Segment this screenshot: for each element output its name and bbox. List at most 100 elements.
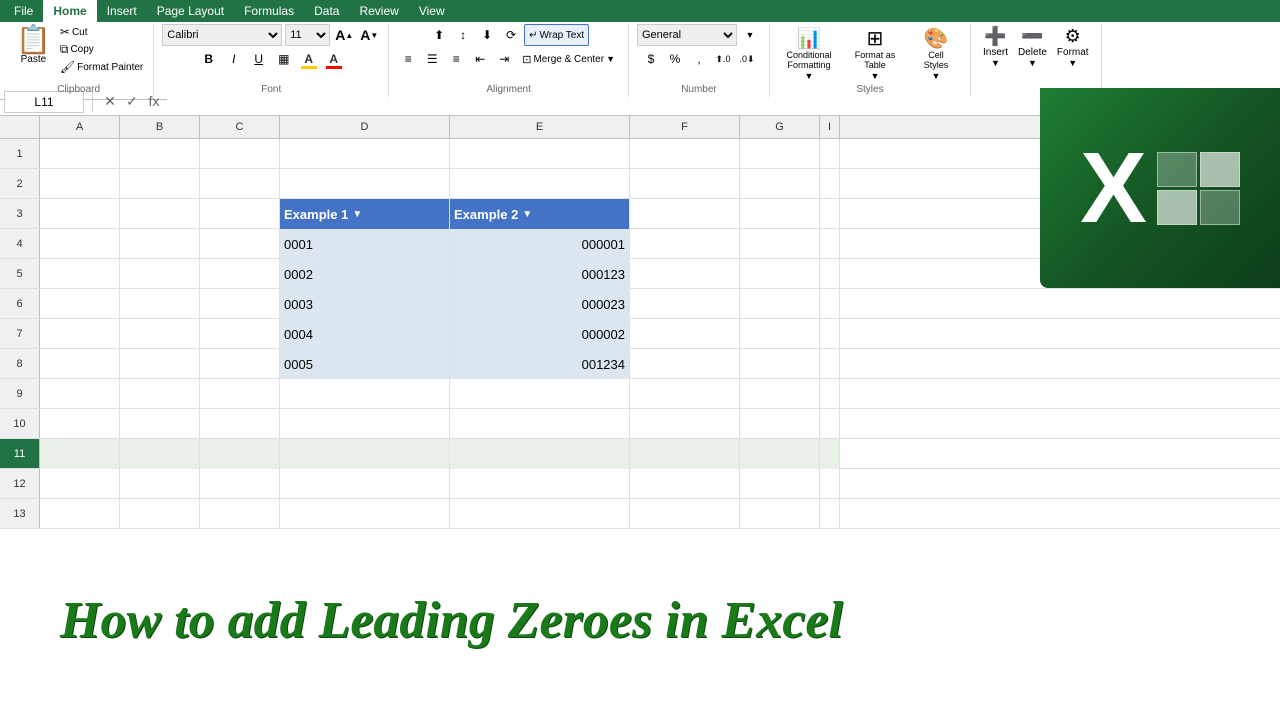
col-header-d[interactable]: D: [280, 116, 450, 138]
cell-c9[interactable]: [200, 379, 280, 409]
col-header-c[interactable]: C: [200, 116, 280, 138]
cell-e8[interactable]: 001234: [450, 349, 630, 379]
cell-i13[interactable]: [820, 499, 840, 529]
cell-d3[interactable]: Example 1 ▼: [280, 199, 450, 229]
cell-g8[interactable]: [740, 349, 820, 379]
cell-a11[interactable]: [40, 439, 120, 469]
row-header-9[interactable]: 9: [0, 379, 40, 408]
cell-e5[interactable]: 000123: [450, 259, 630, 289]
cell-d9[interactable]: [280, 379, 450, 409]
cell-b10[interactable]: [120, 409, 200, 439]
cell-b5[interactable]: [120, 259, 200, 289]
cell-f3[interactable]: [630, 199, 740, 229]
decrease-indent-button[interactable]: ⇤: [469, 48, 491, 70]
cell-b2[interactable]: [120, 169, 200, 199]
cell-i2[interactable]: [820, 169, 840, 199]
tab-home[interactable]: Home: [43, 0, 96, 22]
cell-c13[interactable]: [200, 499, 280, 529]
row-header-8[interactable]: 8: [0, 349, 40, 378]
row-header-4[interactable]: 4: [0, 229, 40, 258]
cell-c8[interactable]: [200, 349, 280, 379]
cell-g13[interactable]: [740, 499, 820, 529]
cell-g4[interactable]: [740, 229, 820, 259]
cell-a1[interactable]: [40, 139, 120, 169]
cell-g6[interactable]: [740, 289, 820, 319]
row-header-2[interactable]: 2: [0, 169, 40, 198]
copy-button[interactable]: ⧉ Copy: [58, 41, 145, 58]
decrease-decimal-button[interactable]: .0⬇: [736, 48, 758, 70]
cell-a2[interactable]: [40, 169, 120, 199]
percent-button[interactable]: %: [664, 48, 686, 70]
cut-button[interactable]: ✂ Cut: [58, 24, 145, 40]
cell-e6[interactable]: 000023: [450, 289, 630, 319]
cell-d11[interactable]: [280, 439, 450, 469]
delete-button[interactable]: ➖ Delete ▼: [1014, 24, 1051, 70]
row-header-12[interactable]: 12: [0, 469, 40, 498]
col-header-g[interactable]: G: [740, 116, 820, 138]
font-color-button[interactable]: A: [323, 48, 345, 70]
cell-e9[interactable]: [450, 379, 630, 409]
cell-a6[interactable]: [40, 289, 120, 319]
underline-button[interactable]: U: [248, 48, 270, 70]
cell-i6[interactable]: [820, 289, 840, 319]
cell-b13[interactable]: [120, 499, 200, 529]
align-left-button[interactable]: ≡: [397, 48, 419, 70]
select-all-button[interactable]: [0, 116, 40, 138]
cell-a13[interactable]: [40, 499, 120, 529]
cell-b11[interactable]: [120, 439, 200, 469]
cell-b3[interactable]: [120, 199, 200, 229]
cell-b6[interactable]: [120, 289, 200, 319]
cell-d1[interactable]: [280, 139, 450, 169]
text-orientation-button[interactable]: ⟳: [500, 24, 522, 46]
cell-i3[interactable]: [820, 199, 840, 229]
cell-f4[interactable]: [630, 229, 740, 259]
align-middle-button[interactable]: ↕: [452, 24, 474, 46]
cell-c1[interactable]: [200, 139, 280, 169]
align-bottom-button[interactable]: ⬇: [476, 24, 498, 46]
cell-g5[interactable]: [740, 259, 820, 289]
borders-button[interactable]: ▦: [273, 48, 295, 70]
cell-c12[interactable]: [200, 469, 280, 499]
col-header-e[interactable]: E: [450, 116, 630, 138]
cell-a10[interactable]: [40, 409, 120, 439]
row-header-6[interactable]: 6: [0, 289, 40, 318]
row-header-10[interactable]: 10: [0, 409, 40, 438]
cell-e11[interactable]: [450, 439, 630, 469]
col-header-a[interactable]: A: [40, 116, 120, 138]
example2-dropdown[interactable]: ▼: [522, 209, 532, 220]
comma-button[interactable]: ,: [688, 48, 710, 70]
cell-g12[interactable]: [740, 469, 820, 499]
increase-decimal-button[interactable]: ⬆.0: [712, 48, 734, 70]
cell-c3[interactable]: [200, 199, 280, 229]
cell-styles-button[interactable]: 🎨 Cell Styles ▼: [910, 24, 962, 83]
merge-center-button[interactable]: ⊡ Merge & Center ▼: [517, 51, 620, 68]
tab-data[interactable]: Data: [304, 0, 349, 22]
cell-i9[interactable]: [820, 379, 840, 409]
increase-indent-button[interactable]: ⇥: [493, 48, 515, 70]
number-expand-button[interactable]: ▼: [739, 24, 761, 46]
tab-formulas[interactable]: Formulas: [234, 0, 304, 22]
col-header-i[interactable]: I: [820, 116, 840, 138]
cell-e3[interactable]: Example 2 ▼: [450, 199, 630, 229]
format-button[interactable]: ⚙ Format ▼: [1053, 24, 1093, 70]
cell-a8[interactable]: [40, 349, 120, 379]
format-painter-button[interactable]: 🖌 Format Painter: [58, 59, 145, 75]
tab-review[interactable]: Review: [349, 0, 408, 22]
cell-e12[interactable]: [450, 469, 630, 499]
cell-d4[interactable]: 0001: [280, 229, 450, 259]
cell-f2[interactable]: [630, 169, 740, 199]
cell-d12[interactable]: [280, 469, 450, 499]
cell-g9[interactable]: [740, 379, 820, 409]
cell-b12[interactable]: [120, 469, 200, 499]
cell-a4[interactable]: [40, 229, 120, 259]
cell-d13[interactable]: [280, 499, 450, 529]
cell-c6[interactable]: [200, 289, 280, 319]
example1-dropdown[interactable]: ▼: [352, 209, 362, 220]
row-header-1[interactable]: 1: [0, 139, 40, 168]
number-format-select[interactable]: General: [637, 24, 737, 46]
row-header-5[interactable]: 5: [0, 259, 40, 288]
align-right-button[interactable]: ≡: [445, 48, 467, 70]
cell-b4[interactable]: [120, 229, 200, 259]
col-header-b[interactable]: B: [120, 116, 200, 138]
tab-page-layout[interactable]: Page Layout: [147, 0, 234, 22]
